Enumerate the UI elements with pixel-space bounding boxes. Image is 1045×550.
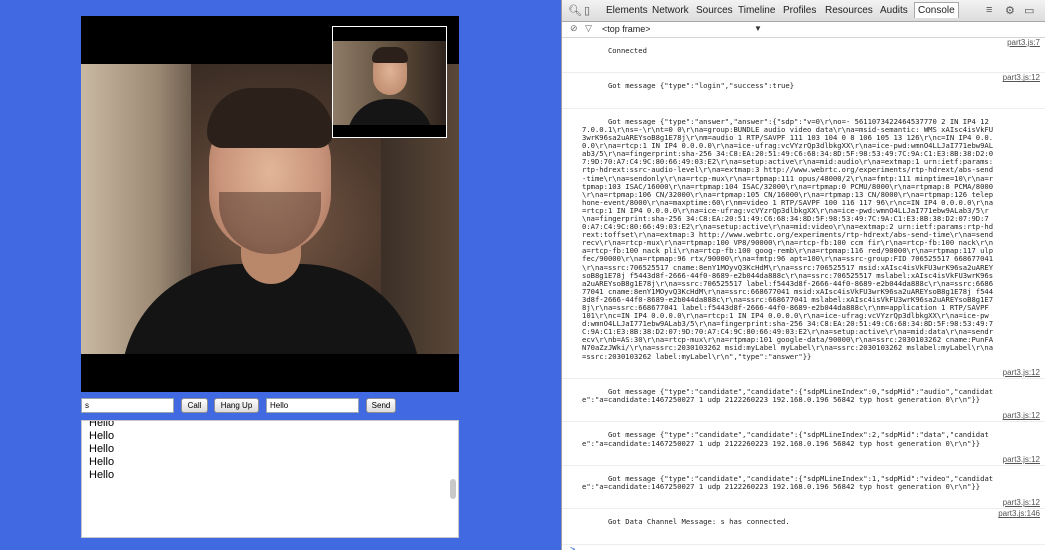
local-person-shirt xyxy=(347,99,433,125)
console-message-text: Got message {"type":"answer","answer":{"… xyxy=(582,116,994,361)
inspect-search-icon[interactable]: 🔍︎ xyxy=(568,4,582,17)
console-message: Got message {"type":"login","success":tr… xyxy=(562,73,1045,109)
console-message-text: Got Data Channel Message: s has connecte… xyxy=(607,517,790,527)
video-stage xyxy=(81,16,459,392)
console-message-source[interactable]: part3.js:12 xyxy=(1003,499,1040,507)
local-video-frame xyxy=(333,27,446,137)
send-button[interactable]: Send xyxy=(366,398,396,413)
person-hair xyxy=(207,88,333,148)
local-person-hair xyxy=(372,47,408,63)
drawer-toggle-icon[interactable]: ≡ xyxy=(986,4,992,16)
console-message-text: Connected xyxy=(607,46,647,56)
tab-elements[interactable]: Elements xyxy=(606,5,648,16)
frame-selector[interactable]: <top frame> xyxy=(602,24,651,34)
console-message-source[interactable]: part3.js:12 xyxy=(1003,74,1040,82)
local-video xyxy=(332,26,447,138)
console-message: Got Data Channel Message: s has connecte… xyxy=(562,509,1045,545)
tab-resources[interactable]: Resources xyxy=(825,5,873,16)
console-message-text: Got message {"type":"candidate","candida… xyxy=(582,430,989,448)
message-input[interactable] xyxy=(266,398,359,413)
console-output[interactable]: Connected part3.js:7 Got message {"type"… xyxy=(562,38,1045,550)
chat-line: Hello xyxy=(89,456,115,468)
chat-line: Hello xyxy=(89,469,115,481)
chat-line: Hello xyxy=(89,443,115,455)
console-message-source[interactable]: part3.js:12 xyxy=(1003,455,1040,464)
gear-icon[interactable]: ⚙ xyxy=(1005,4,1015,17)
chat-log[interactable]: Hello Hello Hello Hello Hello xyxy=(81,420,459,538)
console-message: Got message {"type":"answer","answer":{"… xyxy=(562,109,1045,379)
person-beard xyxy=(219,192,321,254)
filter-icon[interactable]: ▽ xyxy=(585,23,592,34)
console-message-text: Got message {"type":"candidate","candida… xyxy=(582,386,994,405)
console-message: Got message {"type":"candidate","candida… xyxy=(562,466,1045,510)
console-message: Got message {"type":"candidate","candida… xyxy=(562,379,1045,423)
console-message-source[interactable]: part3.js:12 xyxy=(1003,412,1040,420)
console-message: Connected part3.js:7 xyxy=(562,38,1045,74)
chat-line: Hello xyxy=(89,430,115,442)
tab-timeline[interactable]: Timeline xyxy=(738,5,775,16)
tab-audits[interactable]: Audits xyxy=(880,5,908,16)
console-message-source[interactable]: part3.js:12 xyxy=(1003,368,1040,377)
console-prompt[interactable]: > xyxy=(562,545,1045,550)
call-button[interactable]: Call xyxy=(181,398,208,413)
username-input[interactable] xyxy=(81,398,174,413)
tab-sources[interactable]: Sources xyxy=(696,5,733,16)
webrtc-app: Call Hang Up Send Hello Hello Hello Hell… xyxy=(0,0,561,550)
console-prompt-symbol: > xyxy=(570,544,576,550)
chat-line: Hello xyxy=(89,420,115,429)
local-video-scene xyxy=(333,41,446,125)
console-message-source[interactable]: part3.js:146 xyxy=(998,510,1040,518)
console-message-text: Got message {"type":"candidate","candida… xyxy=(582,473,994,491)
tab-profiles[interactable]: Profiles xyxy=(783,5,816,16)
clear-console-icon[interactable]: ⊘ xyxy=(570,23,578,34)
tab-console[interactable]: Console xyxy=(914,2,959,18)
console-filter-bar: ⊘ ▽ <top frame> ▼ xyxy=(562,22,1045,38)
device-mode-icon[interactable]: ▯ xyxy=(584,4,590,17)
dock-icon[interactable]: ▭ xyxy=(1024,4,1034,17)
chevron-down-icon[interactable]: ▼ xyxy=(754,24,762,33)
chat-scrollbar[interactable] xyxy=(450,479,456,499)
devtools-panel: 🔍︎ ▯ Elements Network Sources Timeline P… xyxy=(561,0,1045,550)
tab-network[interactable]: Network xyxy=(652,5,689,16)
devtools-toolbar: 🔍︎ ▯ Elements Network Sources Timeline P… xyxy=(562,0,1045,22)
hang-up-button[interactable]: Hang Up xyxy=(214,398,259,413)
console-message-text: Got message {"type":"login","success":tr… xyxy=(607,81,795,91)
console-message-source[interactable]: part3.js:7 xyxy=(1007,38,1040,47)
console-message: Got message {"type":"candidate","candida… xyxy=(562,422,1045,466)
